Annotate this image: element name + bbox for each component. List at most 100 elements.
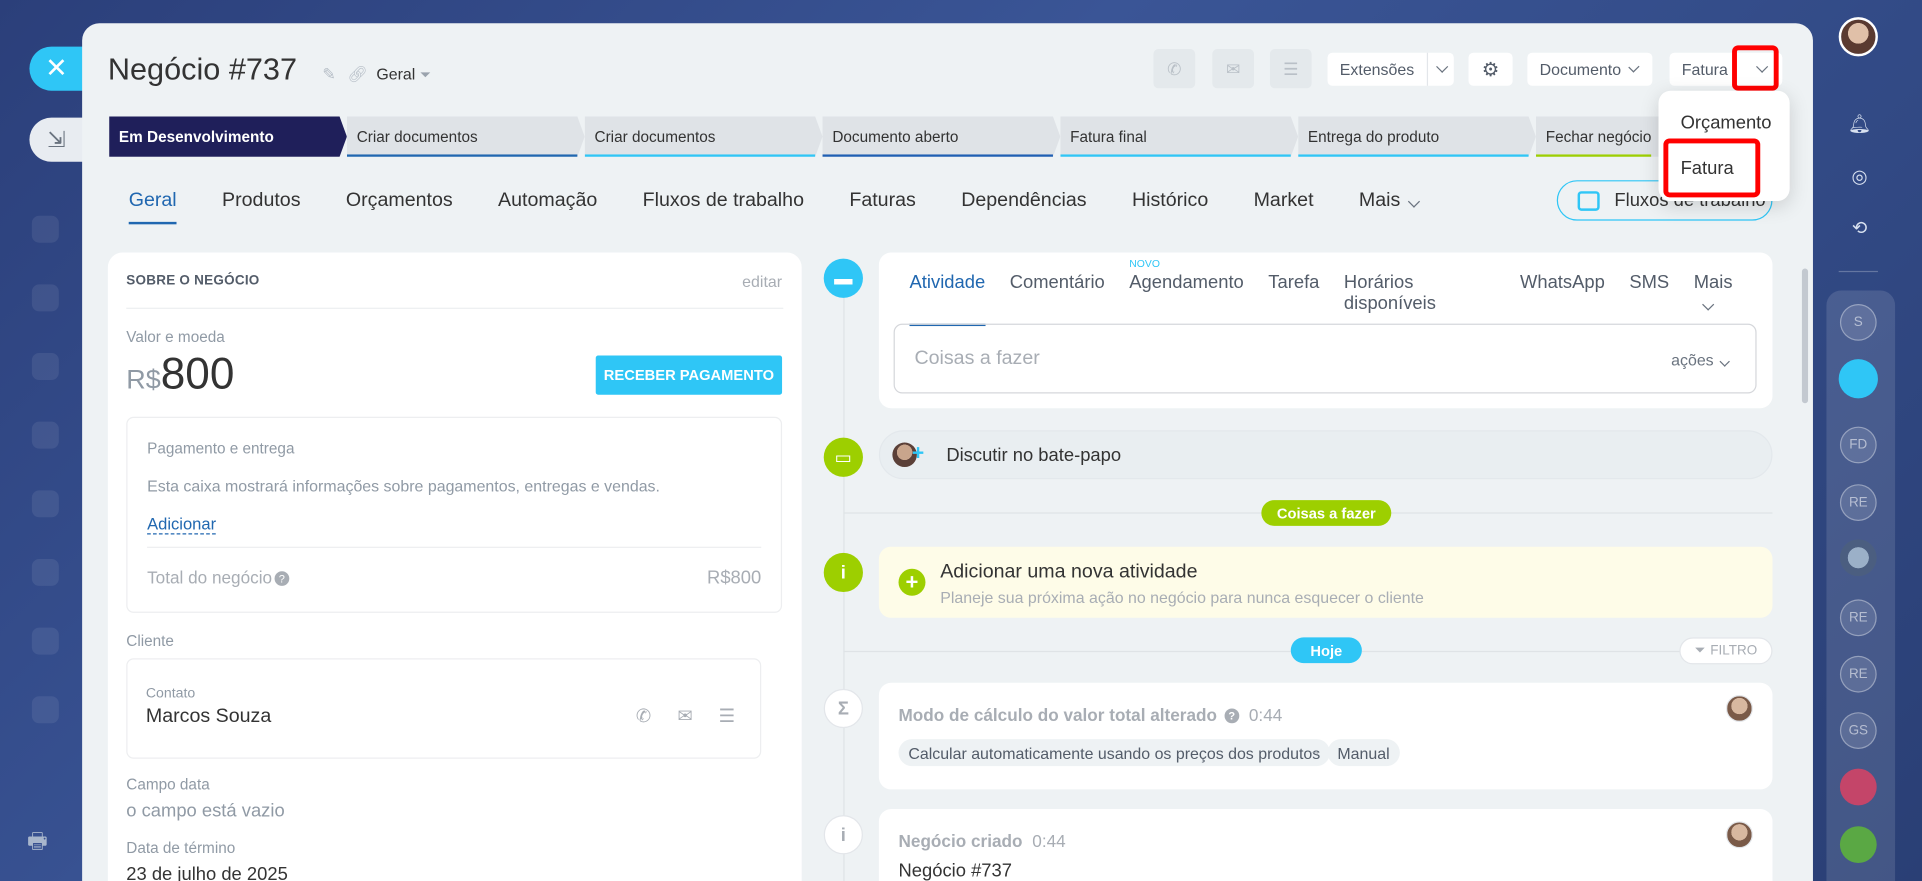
pencil-icon[interactable]: ✎ [322, 65, 335, 83]
minimize-slider-button[interactable]: ⇲ [29, 117, 84, 162]
task-done-icon[interactable] [1839, 826, 1877, 863]
tab-sms[interactable]: SMS [1629, 272, 1669, 326]
right-rail: 🔔︎ ◎ ⟲ S FD RE RE RE GS [1814, 0, 1922, 881]
tab-comentario[interactable]: Comentário [1010, 272, 1105, 326]
event-title-text: Modo de cálculo do valor total alterado [898, 704, 1218, 725]
tab-tarefa[interactable]: Tarefa [1268, 272, 1319, 326]
mail-icon[interactable]: ✉ [674, 705, 696, 727]
stage-label: Fechar negócio [1545, 128, 1652, 146]
add-link[interactable]: Adicionar [147, 515, 217, 535]
task-icon[interactable] [1839, 768, 1877, 806]
deal-tabs: Geral Produtos Orçamentos Automação Flux… [128, 190, 1467, 225]
arrow-right-icon: → [1307, 744, 1322, 759]
chat-text: Discutir no bate-papo [946, 444, 1122, 466]
category-selector[interactable]: Geral [376, 65, 430, 83]
stage-6[interactable]: Fechar negócio [1535, 116, 1659, 157]
tab-historico[interactable]: Histórico [1132, 190, 1208, 219]
add-activity-card[interactable]: + Adicionar uma nova atividade Planeje s… [878, 546, 1773, 618]
stage-4[interactable]: Fatura final [1060, 116, 1299, 157]
chat-avatar[interactable]: S [1839, 303, 1877, 341]
deal-info-card: SOBRE O NEGÓCIO editar Valor e moeda R$8… [107, 252, 802, 881]
chat-icon[interactable]: ☰ [716, 705, 738, 727]
total-label: Total do negócio? [147, 568, 290, 587]
new-activity-subtitle: Planeje sua próxima ação no negócio para… [940, 588, 1424, 607]
plus-icon[interactable]: + [898, 568, 926, 596]
extensions-button[interactable]: Extensões [1327, 52, 1454, 86]
stage-label: Fatura final [1070, 128, 1147, 146]
stage-2[interactable]: Criar documentos [584, 116, 823, 157]
title-tools: ✎ 🔗︎ [322, 65, 367, 85]
help-icon[interactable]: ? [274, 571, 290, 586]
close-icon: ✕ [45, 52, 68, 84]
link-icon[interactable]: 🔗︎ [348, 65, 368, 83]
contact-name[interactable]: Marcos Souza [146, 706, 271, 728]
tab-atividade[interactable]: Atividade [909, 272, 985, 327]
user-avatar[interactable] [1838, 17, 1878, 57]
tab-fluxos[interactable]: Fluxos de trabalho [643, 190, 804, 219]
phone-icon[interactable]: ✆ [633, 705, 655, 727]
activity-editor: Atividade Comentário NOVO Agendamento Tar… [878, 252, 1773, 409]
bell-icon[interactable]: 🔔︎ [1842, 107, 1876, 141]
sync-icon[interactable]: ⟲ [1842, 211, 1876, 245]
help-icon[interactable]: ? [1224, 708, 1240, 724]
plus-icon[interactable]: + [912, 441, 924, 466]
date-field-value[interactable]: o campo está vazio [126, 800, 284, 821]
tab-agendamento[interactable]: NOVO Agendamento [1129, 257, 1243, 326]
stage-5[interactable]: Entrega do produto [1298, 116, 1536, 157]
stage-1[interactable]: Criar documentos [346, 116, 585, 157]
chat-avatar[interactable]: RE [1839, 655, 1877, 693]
phone-icon[interactable]: ✆ [1153, 49, 1196, 89]
tab-produtos[interactable]: Produtos [222, 190, 301, 219]
deal-panel: Negócio #737 ✎ 🔗︎ Geral ✆ ✉ ☰ Extensões … [82, 23, 1813, 881]
chat-avatar[interactable]: RE [1839, 599, 1877, 637]
stage-label: Documento aberto [832, 128, 959, 146]
tab-whatsapp[interactable]: WhatsApp [1520, 272, 1605, 326]
actions-menu[interactable]: ações [1671, 351, 1731, 369]
tab-faturas[interactable]: Faturas [849, 190, 915, 219]
todo-input[interactable]: Coisas a fazer ações [893, 323, 1757, 394]
print-icon[interactable]: 🖶 [27, 826, 56, 855]
settings-button[interactable]: ⚙ [1468, 52, 1513, 86]
tab-automacao[interactable]: Automação [498, 190, 597, 219]
chat-avatar[interactable]: GS [1839, 712, 1877, 749]
tab-geral[interactable]: Geral [128, 190, 177, 225]
chat-avatar[interactable]: FD [1839, 426, 1877, 464]
end-date-value[interactable]: 23 de julho de 2025 [126, 864, 288, 881]
tab-orcamentos[interactable]: Orçamentos [346, 190, 453, 219]
scrollbar[interactable] [1801, 268, 1809, 404]
menu-item-orcamento[interactable]: Orçamento [1681, 113, 1772, 134]
divider [1426, 52, 1428, 86]
filter-button[interactable]: ⏷ FILTRO [1679, 637, 1773, 665]
workflow-icon [1577, 190, 1600, 211]
avatar[interactable] [1725, 695, 1753, 722]
discuss-in-chat[interactable]: + Discutir no bate-papo [878, 430, 1773, 480]
stage-label: Em Desenvolvimento [118, 128, 274, 146]
stage-underline [346, 154, 578, 157]
event-body[interactable]: Negócio #737 [899, 861, 1012, 881]
stage-underline [1060, 154, 1291, 157]
chat-avatar-cat[interactable] [1839, 539, 1877, 577]
tab-mais[interactable]: Mais [1694, 272, 1748, 326]
tab-market[interactable]: Market [1254, 190, 1314, 219]
highlight-fatura-item [1663, 138, 1761, 198]
edit-link[interactable]: editar [742, 272, 782, 290]
tab-more[interactable]: Mais [1359, 190, 1421, 219]
tab-horarios[interactable]: Horários disponíveis [1344, 272, 1496, 326]
stage-3[interactable]: Documento aberto [822, 116, 1061, 157]
chat-icon[interactable]: ☰ [1269, 49, 1312, 89]
close-slider-button[interactable]: ✕ [29, 46, 84, 91]
minimize-icon: ⇲ [47, 126, 66, 152]
divider [147, 546, 762, 548]
mail-icon[interactable]: ✉ [1212, 49, 1254, 89]
receive-payment-button[interactable]: RECEBER PAGAMENTO [595, 355, 783, 395]
stage-underline [822, 154, 1053, 157]
target-icon[interactable]: ◎ [1842, 159, 1876, 193]
chevron-down-icon[interactable] [1435, 60, 1448, 73]
avatar[interactable] [1725, 821, 1753, 849]
bookmark-icon[interactable] [1838, 359, 1878, 399]
tab-dependencias[interactable]: Dependências [961, 190, 1086, 219]
stage-0[interactable]: Em Desenvolvimento [109, 116, 347, 157]
document-button[interactable]: Documento [1527, 52, 1653, 86]
sigma-icon: Σ [823, 688, 863, 729]
chat-avatar[interactable]: RE [1839, 484, 1877, 521]
